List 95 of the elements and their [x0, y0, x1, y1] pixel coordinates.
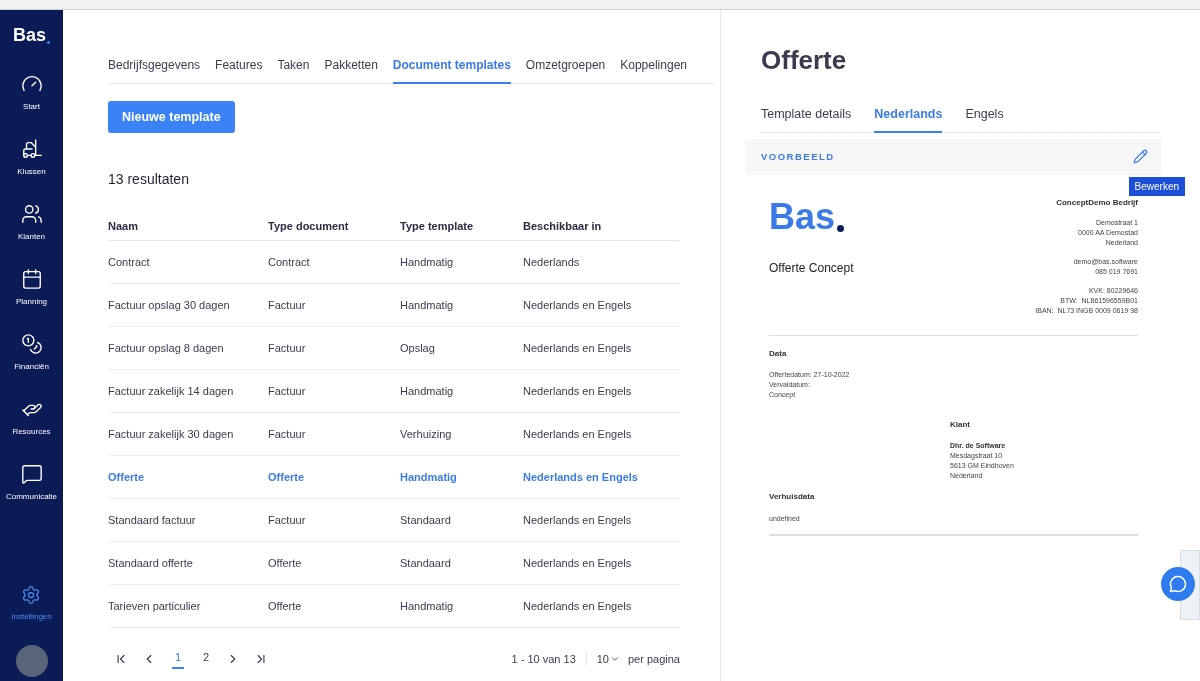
- nav-item[interactable]: Resources: [0, 398, 63, 438]
- coins-icon: [20, 333, 43, 355]
- table-row[interactable]: Factuur zakelijk 14 dagen Factuur Handmatig Nederlands en Engels: [108, 370, 680, 413]
- chat-icon: [20, 463, 43, 485]
- client-heading: Klant: [950, 419, 970, 430]
- tab[interactable]: Pakketten: [324, 56, 378, 84]
- table-cell-text: Nederlands en Engels: [523, 469, 639, 485]
- tab[interactable]: Taken: [277, 56, 310, 84]
- table-cell-text: Factuur: [268, 297, 307, 313]
- table-cell-text: Handmatig: [400, 383, 455, 399]
- first-page-icon[interactable]: [114, 652, 128, 666]
- tab[interactable]: Template details: [761, 105, 852, 133]
- nav-item[interactable]: Klussen: [0, 138, 63, 178]
- table-row[interactable]: Factuur opslag 30 dagen Factuur Handmatig Nederlands en Engels: [108, 284, 680, 327]
- table-row[interactable]: Tarieven particulier Offerte Handmatig Nederlands en Engels: [108, 585, 680, 628]
- table-cell-text: Offerte: [268, 555, 303, 571]
- table-cell-text: Tarieven particulier: [108, 598, 202, 614]
- table-cell-text: Offerte: [108, 469, 146, 485]
- company-name: ConceptDemo Bedrijf: [1056, 196, 1138, 209]
- table-cell-text: Offerte: [268, 469, 306, 485]
- last-page-icon[interactable]: [254, 652, 268, 666]
- table-row[interactable]: Standaard factuur Factuur Standaard Nederlands en Engels: [108, 499, 680, 542]
- table-cell-text: Contract: [108, 254, 151, 270]
- table-row[interactable]: Contract Contract Handmatig Nederlands: [108, 241, 680, 284]
- tab[interactable]: Omzetgroepen: [525, 56, 606, 84]
- table-cell-text: Standaard offerte: [108, 555, 194, 571]
- table-cell-text: Handmatig: [400, 297, 455, 313]
- table-cell-text: Factuur zakelijk 30 dagen: [108, 426, 235, 442]
- per-page-select[interactable]: 10: [596, 650, 620, 668]
- table-cell-text: Factuur: [268, 340, 307, 356]
- move-heading: Verhuisdata: [769, 490, 816, 503]
- table-row[interactable]: Offerte Offerte Handmatig Nederlands en Engels: [108, 456, 680, 499]
- document-title: Offerte Concept: [769, 259, 854, 277]
- nav-item[interactable]: Financiën: [0, 333, 63, 373]
- table-cell-text: Factuur opslag 30 dagen: [108, 297, 231, 313]
- settings-icon: [21, 585, 42, 605]
- per-page-label: per pagina: [628, 651, 680, 667]
- table-row[interactable]: Standaard offerte Offerte Standaard Nederlands en Engels: [108, 542, 680, 585]
- tab[interactable]: Document templates: [392, 56, 511, 84]
- table-cell-text: Nederlands en Engels: [523, 426, 633, 442]
- table-cell-text: Verhuizing: [400, 426, 453, 442]
- column-header: Beschikbaar in: [523, 219, 603, 235]
- column-header: Naam: [108, 219, 139, 235]
- edit-tooltip: Bewerken: [1128, 176, 1185, 196]
- table-cell-text: Nederlands en Engels: [523, 340, 633, 356]
- table-row[interactable]: Factuur zakelijk 30 dagen Factuur Verhuizing Nederlands en Engels: [108, 413, 680, 456]
- table-cell-text: Offerte: [268, 598, 303, 614]
- nav-item[interactable]: Klanten: [0, 203, 63, 243]
- table-cell-text: Nederlands en Engels: [523, 598, 633, 614]
- column-header: Type document: [268, 219, 350, 235]
- table-cell-text: Standaard factuur: [108, 512, 197, 528]
- table-cell-text: Factuur: [268, 512, 307, 528]
- table-cell-text: Contract: [268, 254, 311, 270]
- page-link[interactable]: 2: [200, 648, 212, 670]
- edit-icon[interactable]: [1133, 149, 1148, 165]
- avatar[interactable]: [15, 645, 48, 677]
- page-link[interactable]: 1: [172, 648, 184, 670]
- table-cell-text: Handmatig: [400, 469, 458, 485]
- nav-item[interactable]: Instellingen: [11, 585, 52, 623]
- new-template-button[interactable]: Nieuwe template: [108, 101, 235, 133]
- table-cell-text: Handmatig: [400, 598, 455, 614]
- calendar-icon: [20, 268, 43, 290]
- nav-item[interactable]: Start: [0, 73, 63, 113]
- data-heading: Data: [769, 347, 788, 360]
- tab[interactable]: Koppelingen: [620, 56, 687, 84]
- nav-item[interactable]: Planning: [0, 268, 63, 308]
- page-range: 1 - 10 van 13: [511, 651, 576, 667]
- table-cell-text: Opslag: [400, 340, 436, 356]
- table-cell-text: Factuur zakelijk 14 dagen: [108, 383, 235, 399]
- table-cell-text: Nederlands en Engels: [523, 297, 633, 313]
- table-cell-text: Nederlands en Engels: [523, 512, 633, 528]
- tab[interactable]: Nederlands: [874, 105, 943, 133]
- users-icon: [20, 203, 43, 225]
- document-logo: Bas: [769, 198, 836, 235]
- table-cell-text: Handmatig: [400, 254, 455, 270]
- tab[interactable]: Engels: [965, 105, 1004, 133]
- nav-item[interactable]: Communicatie: [0, 463, 63, 503]
- results-count: 13 resultaten: [108, 170, 189, 189]
- table-cell-text: Nederlands: [523, 254, 581, 270]
- chat-icon: [1169, 575, 1187, 593]
- table-row[interactable]: Factuur opslag 8 dagen Factuur Opslag Nederlands en Engels: [108, 327, 680, 370]
- table-cell-text: Standaard: [400, 555, 452, 571]
- panel-title: Offerte: [761, 44, 847, 77]
- table-cell-text: Standaard: [400, 512, 452, 528]
- table-cell-text: Nederlands en Engels: [523, 383, 633, 399]
- table-cell-text: Factuur opslag 8 dagen: [108, 340, 225, 356]
- tab[interactable]: Bedrijfsgegevens: [108, 56, 201, 84]
- table-cell-text: Factuur: [268, 426, 307, 442]
- table-cell-text: Factuur: [268, 383, 307, 399]
- preview-label: VOORBEELD: [761, 149, 835, 164]
- column-header: Type template: [400, 219, 475, 235]
- logo: Bas: [13, 24, 46, 47]
- caret-icon: [610, 654, 620, 664]
- tab[interactable]: Features: [215, 56, 263, 84]
- table-cell-text: Nederlands en Engels: [523, 555, 633, 571]
